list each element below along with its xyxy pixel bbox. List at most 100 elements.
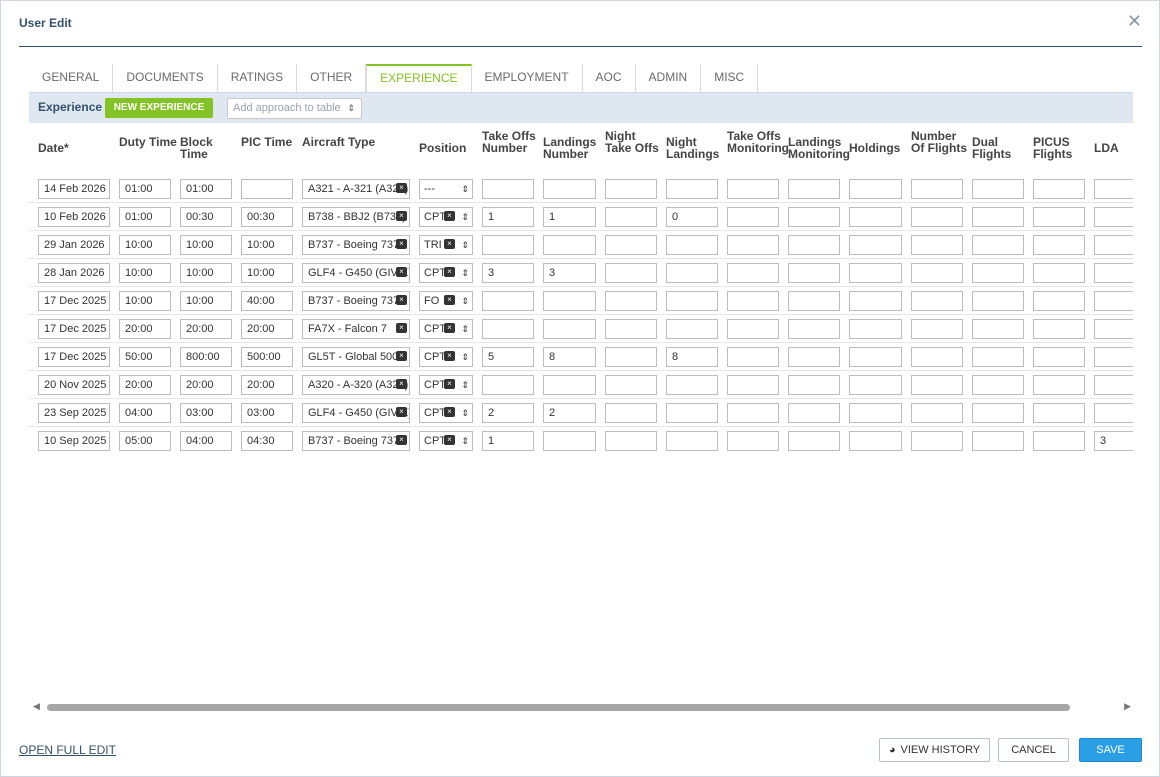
empty-field[interactable] — [788, 347, 840, 367]
duty-field[interactable]: 20:00 — [119, 319, 171, 339]
clear-icon[interactable]: × — [396, 351, 407, 361]
empty-field[interactable] — [727, 179, 779, 199]
pic-field[interactable]: 10:00 — [241, 235, 293, 255]
ntko-field[interactable] — [605, 263, 657, 283]
clear-icon[interactable]: × — [396, 211, 407, 221]
clear-icon[interactable]: × — [396, 407, 407, 417]
empty-field[interactable] — [849, 179, 902, 199]
cancel-button[interactable]: CANCEL — [998, 738, 1069, 762]
clear-icon[interactable]: × — [444, 211, 455, 221]
tab-admin[interactable]: ADMIN — [636, 64, 702, 92]
position-select[interactable]: CPT × ⇕ — [419, 207, 473, 227]
empty-field[interactable] — [849, 319, 902, 339]
empty-field[interactable] — [849, 263, 902, 283]
aircraft-type-field[interactable]: B737 - Boeing 737 × — [302, 291, 410, 311]
date-field[interactable]: 20 Nov 2025 — [38, 375, 110, 395]
nldg-field[interactable] — [666, 403, 718, 423]
duty-field[interactable]: 01:00 — [119, 179, 171, 199]
date-field[interactable]: 17 Dec 2025 — [38, 347, 110, 367]
clear-icon[interactable]: × — [444, 267, 455, 277]
tab-employment[interactable]: EMPLOYMENT — [472, 64, 583, 92]
aircraft-type-field[interactable]: A320 - A-320 (A320) × — [302, 375, 410, 395]
lda-field[interactable]: 3 — [1094, 431, 1133, 451]
date-field[interactable]: 17 Dec 2025 — [38, 319, 110, 339]
ntko-field[interactable] — [605, 431, 657, 451]
block-field[interactable]: 10:00 — [180, 291, 232, 311]
empty-field[interactable] — [849, 375, 902, 395]
date-field[interactable]: 29 Jan 2026 — [38, 235, 110, 255]
empty-field[interactable] — [972, 263, 1024, 283]
aircraft-type-field[interactable]: A321 - A-321 (A321) × — [302, 179, 410, 199]
position-select[interactable]: CPT × ⇕ — [419, 319, 473, 339]
tab-documents[interactable]: DOCUMENTS — [113, 64, 218, 92]
lda-field[interactable] — [1094, 263, 1133, 283]
aircraft-type-field[interactable]: GL5T - Global 5000 × — [302, 347, 410, 367]
ldg-field[interactable] — [543, 291, 596, 311]
empty-field[interactable] — [1033, 403, 1085, 423]
aircraft-type-field[interactable]: B738 - BBJ2 (B737) × — [302, 207, 410, 227]
nldg-field[interactable] — [666, 235, 718, 255]
tko-field[interactable]: 1 — [482, 431, 534, 451]
pic-field[interactable]: 500:00 — [241, 347, 293, 367]
empty-field[interactable] — [972, 403, 1024, 423]
tko-field[interactable] — [482, 291, 534, 311]
clear-icon[interactable]: × — [396, 267, 407, 277]
empty-field[interactable] — [911, 319, 963, 339]
tko-field[interactable]: 5 — [482, 347, 534, 367]
ldg-field[interactable]: 1 — [543, 207, 596, 227]
nldg-field[interactable] — [666, 179, 718, 199]
duty-field[interactable]: 10:00 — [119, 235, 171, 255]
empty-field[interactable] — [1033, 263, 1085, 283]
ldg-field[interactable]: 3 — [543, 263, 596, 283]
ldg-field[interactable] — [543, 431, 596, 451]
ntko-field[interactable] — [605, 403, 657, 423]
empty-field[interactable] — [727, 263, 779, 283]
date-field[interactable]: 23 Sep 2025 — [38, 403, 110, 423]
pic-field[interactable]: 00:30 — [241, 207, 293, 227]
empty-field[interactable] — [911, 403, 963, 423]
empty-field[interactable] — [788, 403, 840, 423]
empty-field[interactable] — [788, 375, 840, 395]
pic-field[interactable]: 10:00 — [241, 263, 293, 283]
duty-field[interactable]: 10:00 — [119, 291, 171, 311]
duty-field[interactable]: 20:00 — [119, 375, 171, 395]
scrollbar-thumb[interactable] — [47, 704, 1070, 711]
nldg-field[interactable] — [666, 375, 718, 395]
ldg-field[interactable]: 8 — [543, 347, 596, 367]
duty-field[interactable]: 01:00 — [119, 207, 171, 227]
empty-field[interactable] — [788, 207, 840, 227]
clear-icon[interactable]: × — [396, 435, 407, 445]
pic-field[interactable]: 03:00 — [241, 403, 293, 423]
empty-field[interactable] — [727, 347, 779, 367]
nldg-field[interactable] — [666, 291, 718, 311]
tko-field[interactable]: 3 — [482, 263, 534, 283]
ldg-field[interactable]: 2 — [543, 403, 596, 423]
nldg-field[interactable] — [666, 431, 718, 451]
pic-field[interactable]: 20:00 — [241, 375, 293, 395]
position-select[interactable]: CPT × ⇕ — [419, 431, 473, 451]
block-field[interactable]: 03:00 — [180, 403, 232, 423]
scroll-right-icon[interactable]: ▶ — [1124, 701, 1131, 712]
tko-field[interactable] — [482, 179, 534, 199]
tko-field[interactable] — [482, 235, 534, 255]
position-select[interactable]: FO × ⇕ — [419, 291, 473, 311]
empty-field[interactable] — [849, 235, 902, 255]
horizontal-scrollbar[interactable]: ◀ ▶ — [29, 700, 1133, 714]
pic-field[interactable]: 40:00 — [241, 291, 293, 311]
aircraft-type-field[interactable]: FA7X - Falcon 7 × — [302, 319, 410, 339]
empty-field[interactable] — [911, 179, 963, 199]
open-full-edit-link[interactable]: OPEN FULL EDIT — [19, 743, 116, 757]
empty-field[interactable] — [911, 291, 963, 311]
clear-icon[interactable]: × — [396, 239, 407, 249]
tab-general[interactable]: GENERAL — [29, 64, 114, 92]
tko-field[interactable] — [482, 375, 534, 395]
ntko-field[interactable] — [605, 235, 657, 255]
aircraft-type-field[interactable]: GLF4 - G450 (GIV-X) × — [302, 403, 410, 423]
date-field[interactable]: 28 Jan 2026 — [38, 263, 110, 283]
clear-icon[interactable]: × — [396, 323, 407, 333]
nldg-field[interactable] — [666, 319, 718, 339]
empty-field[interactable] — [1033, 235, 1085, 255]
ntko-field[interactable] — [605, 291, 657, 311]
ldg-field[interactable] — [543, 319, 596, 339]
ldg-field[interactable] — [543, 179, 596, 199]
